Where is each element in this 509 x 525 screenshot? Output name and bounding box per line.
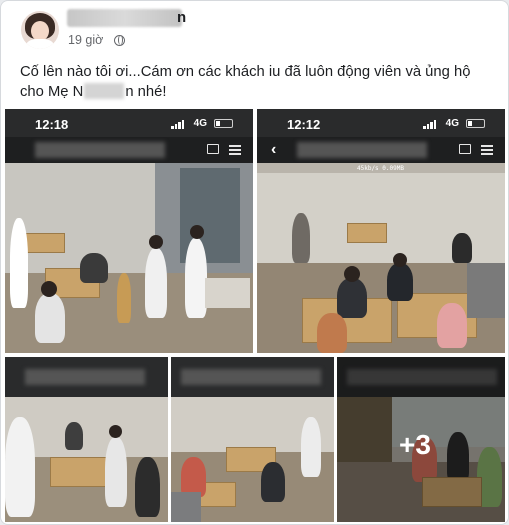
cctv-frame xyxy=(171,397,334,522)
cctv-frame xyxy=(5,397,168,522)
photo-2[interactable]: 12:12 4G ‹ 45kb/s 0.09MB xyxy=(257,109,505,353)
cctv-frame: 45kb/s 0.09MB xyxy=(257,163,505,353)
battery-icon xyxy=(214,119,233,128)
post-time[interactable]: 19 giờ xyxy=(68,33,103,47)
menu-icon xyxy=(481,145,493,155)
bitrate-label: 45kb/s 0.09MB xyxy=(357,165,404,172)
redacted-title xyxy=(297,142,427,158)
status-clock: 12:18 xyxy=(35,117,69,132)
caption-line-1: Cố lên nào tôi ơi...Cám ơn các khách iu … xyxy=(20,64,471,80)
cctv-frame xyxy=(5,163,253,353)
post-header: n 19 giờ xyxy=(1,1,508,53)
redacted-title xyxy=(35,142,165,158)
network-label: 4G xyxy=(193,118,207,129)
post-caption: Cố lên nào tôi ơi...Cám ơn các khách iu … xyxy=(20,62,490,102)
avatar[interactable] xyxy=(21,11,59,49)
caption-line-2-start: cho Mẹ N xyxy=(20,84,84,100)
phone-status-bar: 12:18 4G xyxy=(5,109,253,137)
status-clock: 12:12 xyxy=(287,117,321,132)
menu-icon xyxy=(229,145,241,155)
more-photos-count[interactable]: +3 xyxy=(399,429,431,461)
photo-1[interactable]: 12:18 4G xyxy=(5,109,253,353)
screen-icon xyxy=(207,144,219,154)
camera-app-toolbar: ‹ xyxy=(257,137,505,163)
photo-5-more[interactable]: +3 xyxy=(337,357,505,522)
caption-line-2-end: n nhé! xyxy=(125,84,167,100)
back-arrow-icon[interactable]: ‹ xyxy=(271,141,276,159)
battery-icon xyxy=(466,119,485,128)
screen-icon xyxy=(459,144,471,154)
author-name[interactable]: n xyxy=(177,9,186,26)
redacted-title xyxy=(181,369,321,385)
photo-4[interactable] xyxy=(171,357,334,522)
phone-top-bar xyxy=(5,357,168,397)
network-label: 4G xyxy=(445,118,459,129)
redacted-title xyxy=(25,369,145,385)
caption-redacted xyxy=(84,83,125,99)
photo-3[interactable] xyxy=(5,357,168,522)
divider xyxy=(1,105,508,106)
signal-icon xyxy=(423,120,437,129)
phone-top-bar xyxy=(171,357,334,397)
globe-icon xyxy=(114,35,125,46)
camera-app-toolbar xyxy=(5,137,253,163)
post-card: n 19 giờ Cố lên nào tôi ơi...Cám ơn các … xyxy=(0,0,509,525)
signal-icon xyxy=(171,120,185,129)
phone-status-bar: 12:12 4G xyxy=(257,109,505,137)
author-name-redacted[interactable] xyxy=(67,9,182,27)
